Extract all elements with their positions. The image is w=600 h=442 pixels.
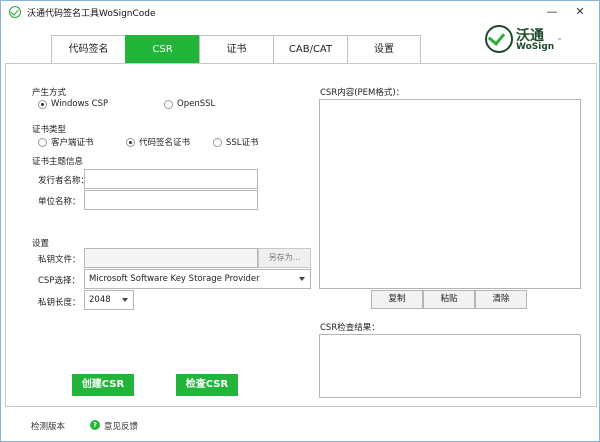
create-csr-button[interactable]: 创建CSR bbox=[72, 374, 134, 396]
radio-client-cert[interactable]: 客户端证书 bbox=[38, 136, 94, 148]
radio-label: 客户端证书 bbox=[51, 138, 94, 148]
csr-content-label: CSR内容(PEM格式)： bbox=[320, 88, 405, 98]
radio-indicator bbox=[213, 137, 222, 147]
csp-select-value: Microsoft Software Key Storage Provider bbox=[89, 274, 260, 284]
close-button[interactable]: ✕ bbox=[569, 3, 591, 21]
radio-indicator bbox=[38, 99, 47, 109]
wosign-logo: 沃通 WoSign ™ bbox=[485, 25, 565, 55]
key-file-input[interactable] bbox=[84, 248, 258, 268]
logo-english-text: WoSign bbox=[516, 42, 555, 52]
tab-bar: 代码签名 CSR 证书 CAB/CAT 设置 bbox=[51, 35, 421, 64]
settings-heading: 设置 bbox=[32, 239, 50, 249]
window-title: 沃通代码签名工具WoSignCode bbox=[27, 9, 156, 19]
chevron-down-icon bbox=[299, 277, 305, 281]
minimize-button[interactable]: — bbox=[541, 3, 563, 21]
radio-label: SSL证书 bbox=[226, 138, 259, 148]
key-file-label: 私钥文件： bbox=[38, 255, 81, 265]
radio-indicator bbox=[38, 137, 47, 147]
key-length-label: 私钥长度： bbox=[38, 298, 81, 308]
tab-settings[interactable]: 设置 bbox=[347, 35, 421, 64]
csr-content-textarea[interactable] bbox=[319, 99, 581, 289]
app-window: 沃通代码签名工具WoSignCode — ✕ 代码签名 CSR 证书 CAB/C… bbox=[0, 0, 600, 442]
radio-indicator bbox=[164, 99, 173, 109]
tab-csr[interactable]: CSR bbox=[125, 35, 199, 64]
radio-label: OpenSSL bbox=[177, 99, 216, 109]
csr-check-textarea[interactable] bbox=[319, 334, 581, 398]
cert-type-heading: 证书类型 bbox=[32, 125, 67, 135]
check-version-link[interactable]: 检测版本 bbox=[31, 420, 65, 432]
tab-cab-cat[interactable]: CAB/CAT bbox=[273, 35, 347, 64]
chevron-down-icon bbox=[122, 298, 128, 302]
feedback-icon: ? bbox=[90, 420, 100, 430]
check-csr-button[interactable]: 检查CSR bbox=[176, 374, 238, 396]
tab-code-signing[interactable]: 代码签名 bbox=[51, 35, 125, 64]
generation-heading: 产生方式 bbox=[32, 88, 67, 98]
radio-code-signing-cert[interactable]: 代码签名证书 bbox=[126, 136, 190, 148]
clear-button[interactable]: 清除 bbox=[475, 290, 527, 309]
issuer-input[interactable] bbox=[84, 169, 258, 189]
csp-select[interactable]: Microsoft Software Key Storage Provider bbox=[84, 269, 311, 289]
app-logo-icon bbox=[9, 6, 21, 18]
feedback-link[interactable]: 意见反馈 bbox=[104, 420, 138, 432]
org-input[interactable] bbox=[84, 190, 258, 210]
radio-label: Windows CSP bbox=[51, 99, 109, 109]
tab-certificate[interactable]: 证书 bbox=[199, 35, 273, 64]
radio-windows-csp[interactable]: Windows CSP bbox=[38, 99, 108, 109]
issuer-label: 发行者名称： bbox=[38, 176, 90, 186]
paste-button[interactable]: 粘贴 bbox=[423, 290, 475, 309]
subject-heading: 证书主题信息 bbox=[32, 157, 84, 167]
org-label: 单位名称： bbox=[38, 197, 81, 207]
copy-button[interactable]: 复制 bbox=[371, 290, 423, 309]
radio-label: 代码签名证书 bbox=[139, 138, 191, 148]
radio-indicator bbox=[126, 137, 135, 147]
key-length-select[interactable]: 2048 bbox=[84, 290, 134, 310]
csr-panel: 产生方式 Windows CSP OpenSSL 证书类型 客户端证书 代码签名… bbox=[5, 63, 597, 407]
csr-check-label: CSR检查结果： bbox=[320, 323, 380, 333]
radio-openssl[interactable]: OpenSSL bbox=[164, 99, 215, 109]
key-length-value: 2048 bbox=[89, 295, 111, 305]
csp-label: CSP选择： bbox=[38, 276, 80, 286]
logo-trademark: ™ bbox=[557, 38, 562, 44]
save-as-button[interactable]: 另存为... bbox=[258, 248, 311, 268]
radio-ssl-cert[interactable]: SSL证书 bbox=[213, 136, 259, 148]
